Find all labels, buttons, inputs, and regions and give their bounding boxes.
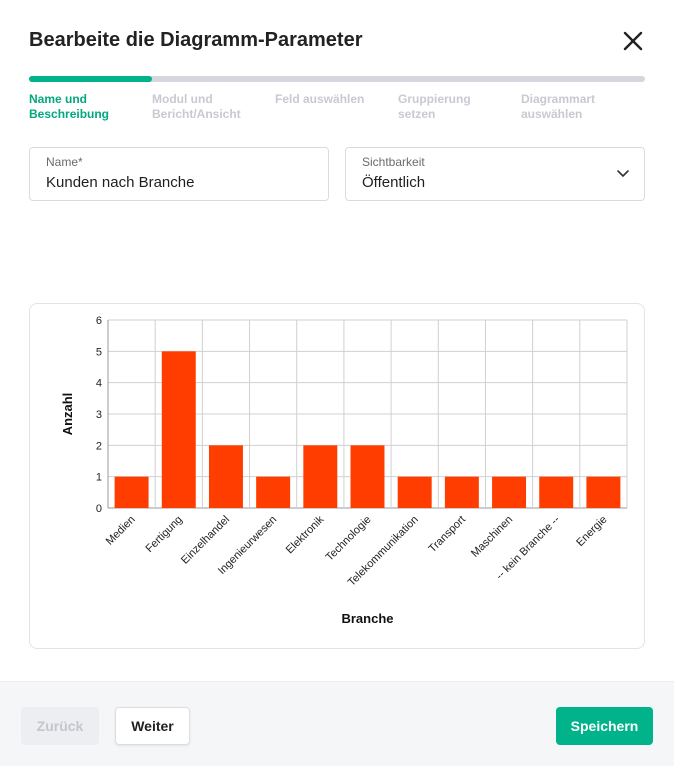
visibility-select[interactable]: Sichtbarkeit Öffentlich	[345, 147, 645, 201]
bar	[397, 476, 432, 508]
step-label-line2: Bericht/Ansicht	[152, 107, 241, 121]
bar	[114, 476, 149, 508]
next-button[interactable]: Weiter	[115, 707, 190, 745]
stepper-progress-fill	[29, 76, 153, 82]
x-tick-label: Technologie	[324, 514, 374, 564]
step-label-line1: Gruppierung	[398, 92, 471, 106]
bar	[161, 351, 196, 508]
step-label-line1: Modul und	[152, 92, 213, 106]
step-name-und-beschreibung[interactable]: Name und Beschreibung	[29, 92, 139, 122]
bar-chart: 0123456Medien FertigungEinzelhandelIngeni…	[60, 315, 628, 626]
bar	[444, 476, 479, 508]
chart-card: 0 1 2 3 4 5 6 Medien Fertigung Einzelhandel Ingeni…	[29, 303, 645, 649]
x-tick-label: Transport	[426, 514, 467, 555]
step-modul-und-bericht[interactable]: Modul und Bericht/Ansicht	[152, 92, 262, 122]
save-button[interactable]: Speichern	[556, 707, 653, 745]
x-tick-label: Elektronik	[284, 513, 327, 556]
step-gruppierung-setzen[interactable]: Gruppierung setzen	[398, 92, 508, 122]
stepper-progress-bar	[29, 76, 645, 82]
bar	[586, 476, 621, 508]
chevron-down-icon[interactable]	[616, 169, 630, 179]
bar	[208, 445, 243, 508]
y-axis-title: Anzahl	[60, 393, 75, 436]
step-label-line1: Name und	[29, 92, 88, 106]
x-tick-label: Einzelhandel	[179, 514, 232, 567]
bar	[492, 476, 527, 508]
x-tick-label: Fertigung	[144, 514, 185, 555]
name-field-label: Name*	[46, 155, 83, 169]
y-tick-label: 3	[96, 409, 102, 421]
visibility-select-label: Sichtbarkeit	[362, 155, 425, 169]
y-tick-label: 2	[96, 440, 102, 452]
name-field-value[interactable]: Kunden nach Branche	[46, 174, 194, 191]
name-field[interactable]: Name* Kunden nach Branche	[29, 147, 329, 201]
close-icon[interactable]	[619, 27, 647, 55]
step-label-line2: Beschreibung	[29, 107, 110, 121]
visibility-select-value[interactable]: Öffentlich	[362, 174, 425, 191]
step-feld-auswaehlen[interactable]: Feld auswählen	[275, 92, 385, 107]
y-tick-label: 6	[96, 315, 102, 327]
step-diagrammart-auswaehlen[interactable]: Diagrammart auswählen	[521, 92, 631, 122]
step-label-line1: Diagrammart	[521, 92, 596, 106]
y-tick-label: 4	[96, 378, 102, 390]
dialog-title: Bearbeite die Diagramm-Parameter	[29, 29, 363, 51]
y-tick-label: 5	[96, 346, 102, 358]
x-axis-title: Branche	[341, 611, 393, 626]
y-tick-label: 1	[96, 472, 102, 484]
step-label-line2: auswählen	[521, 107, 583, 121]
x-tick-label: Maschinen	[469, 514, 515, 560]
x-tick-label: Medien	[104, 514, 138, 548]
x-tick-label: Energie	[574, 514, 609, 549]
bar	[303, 445, 338, 508]
bar	[256, 476, 291, 508]
step-label-line2: setzen	[398, 107, 436, 121]
bar	[539, 476, 574, 508]
dialog-footer: Zurück Weiter Speichern	[0, 681, 674, 766]
step-label-line1: Feld auswählen	[275, 92, 365, 106]
y-tick-label: 0	[96, 503, 102, 515]
back-button[interactable]: Zurück	[21, 707, 99, 745]
bar	[350, 445, 385, 508]
